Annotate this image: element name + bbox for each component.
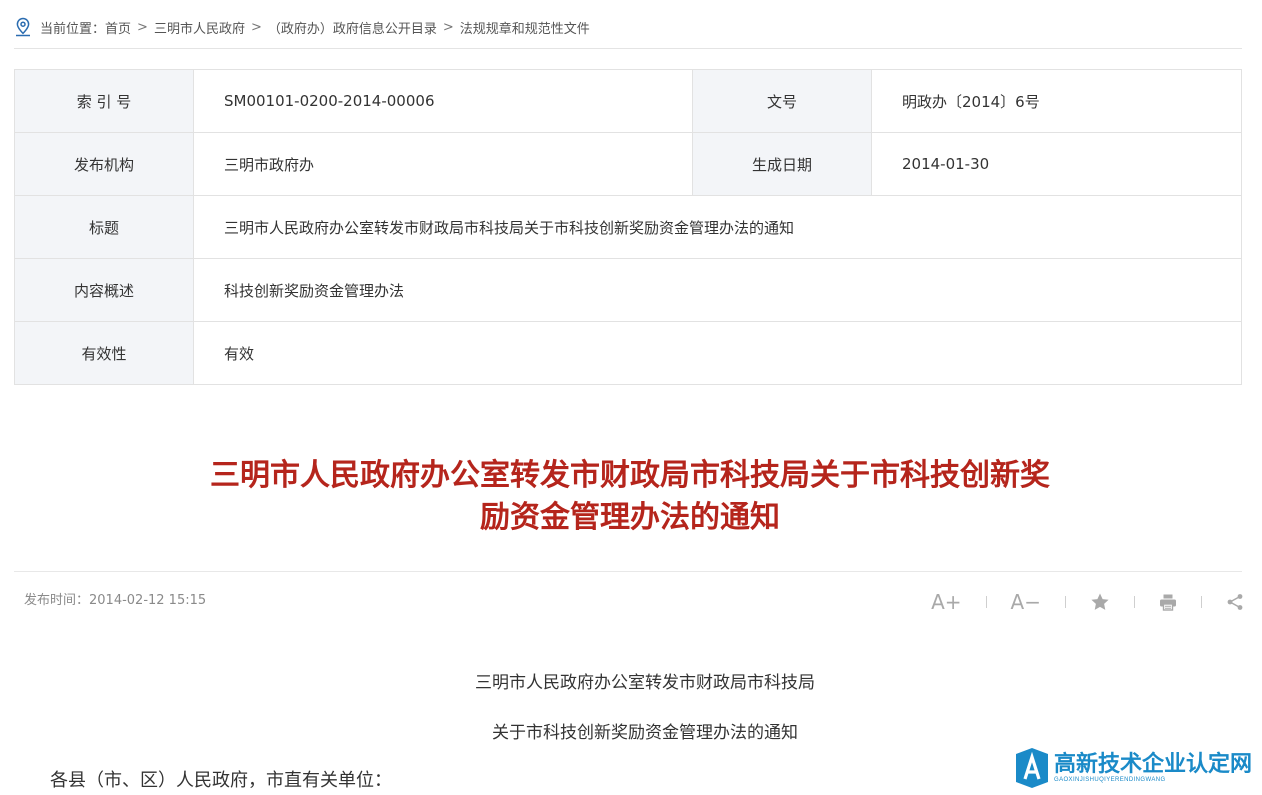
toolbar-divider <box>1201 596 1202 608</box>
favorite-button[interactable] <box>1090 588 1110 616</box>
publish-time: 发布时间：2014-02-12 15:15 <box>24 593 207 608</box>
summary-label: 内容概述 <box>14 258 194 322</box>
watermark-logo-icon <box>1016 748 1048 788</box>
document-number-value: 明政办〔2014〕6号 <box>871 69 1242 133</box>
breadcrumb-regulations-link[interactable]: 法规规章和规范性文件 <box>460 18 590 37</box>
toolbar-divider <box>985 596 987 608</box>
table-row: 有效性 有效 <box>14 321 1242 385</box>
breadcrumb-catalog-link[interactable]: （政府办）政府信息公开目录 <box>268 18 437 37</box>
summary-value: 科技创新奖励资金管理办法 <box>193 258 1242 322</box>
title-value: 三明市人民政府办公室转发市财政局市科技局关于市科技创新奖励资金管理办法的通知 <box>193 195 1242 259</box>
issuer-value: 三明市政府办 <box>193 132 693 196</box>
font-increase-button[interactable]: A+ <box>931 588 961 616</box>
breadcrumb-label: 当前位置： <box>40 21 106 37</box>
article-title-line1: 三明市人民政府办公室转发市财政局市科技局关于市科技创新奖 <box>210 458 1050 493</box>
creation-date-label: 生成日期 <box>692 132 872 196</box>
article-title: 三明市人民政府办公室转发市财政局市科技局关于市科技创新奖 励资金管理办法的通知 <box>180 455 1080 539</box>
breadcrumb-government-link[interactable]: 三明市人民政府 <box>154 18 245 37</box>
breadcrumb-divider <box>14 48 1242 49</box>
validity-value: 有效 <box>193 321 1242 385</box>
breadcrumb-separator: > <box>137 19 148 35</box>
title-divider <box>14 571 1242 572</box>
breadcrumb-separator: > <box>250 19 262 35</box>
index-number-value: SM00101-0200-2014-00006 <box>193 69 693 133</box>
watermark-subtitle: GAOXINJISHUQIYERENDINGWANG <box>1054 777 1166 783</box>
body-heading-line1: 三明市人民政府办公室转发市财政局市科技局 <box>475 673 815 693</box>
print-button[interactable] <box>1159 588 1177 616</box>
star-icon <box>1091 593 1109 610</box>
document-metadata-table: 索 引 号 SM00101-0200-2014-00006 文号 明政办〔201… <box>14 69 1242 385</box>
toolbar-divider <box>1065 596 1066 608</box>
share-button[interactable] <box>1226 588 1244 616</box>
article-title-line2: 励资金管理办法的通知 <box>480 500 780 535</box>
validity-label: 有效性 <box>14 321 194 385</box>
breadcrumb-separator: > <box>442 19 454 35</box>
font-decrease-button[interactable]: A− <box>1011 588 1041 616</box>
table-row: 索 引 号 SM00101-0200-2014-00006 文号 明政办〔201… <box>14 69 1242 133</box>
breadcrumb: 当前位置： 首页 > 三明市人民政府 > （政府办）政府信息公开目录 > 法规规… <box>14 16 590 38</box>
breadcrumb-home-link[interactable]: 首页 <box>105 18 131 37</box>
table-row: 标题 三明市人民政府办公室转发市财政局市科技局关于市科技创新奖励资金管理办法的通… <box>14 195 1242 259</box>
watermark: 高新技术企业认定网 GAOXINJISHUQIYERENDINGWANG <box>1014 746 1252 790</box>
table-row: 内容概述 科技创新奖励资金管理办法 <box>14 258 1242 322</box>
issuer-label: 发布机构 <box>14 132 194 196</box>
toolbar-divider <box>1134 596 1135 608</box>
watermark-title: 高新技术企业认定网 <box>1054 752 1253 777</box>
article-toolbar: A+ A− <box>931 588 1244 616</box>
creation-date-value: 2014-01-30 <box>871 132 1242 196</box>
share-icon <box>1227 594 1243 610</box>
body-heading-line2: 关于市科技创新奖励资金管理办法的通知 <box>492 723 798 743</box>
location-pin-icon <box>16 17 30 37</box>
table-row: 发布机构 三明市政府办 生成日期 2014-01-30 <box>14 132 1242 196</box>
document-number-label: 文号 <box>692 69 872 133</box>
printer-icon <box>1160 594 1176 611</box>
index-number-label: 索 引 号 <box>14 69 194 133</box>
salutation-text: 各县（市、区）人民政府，市直有关单位： <box>50 770 392 791</box>
title-label: 标题 <box>14 195 194 259</box>
